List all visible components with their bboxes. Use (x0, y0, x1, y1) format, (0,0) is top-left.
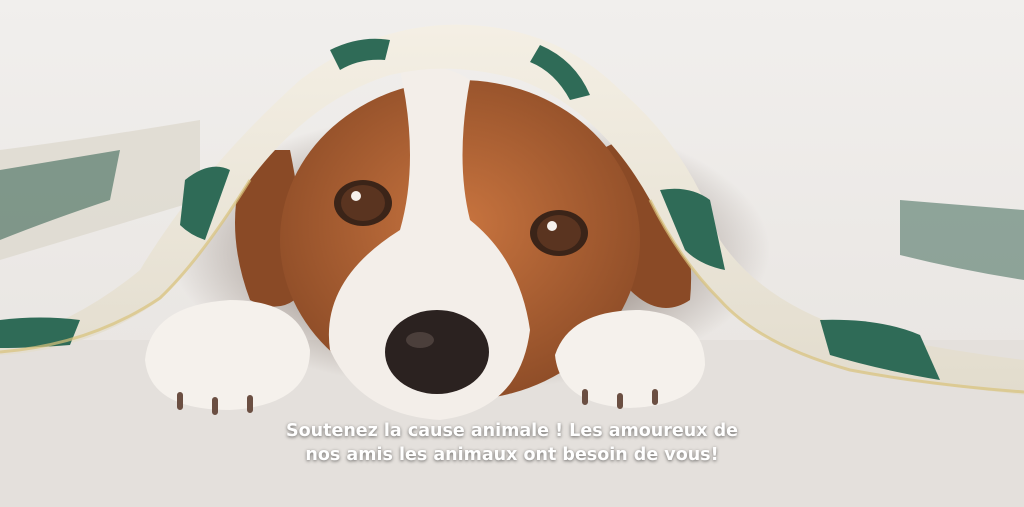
hero-banner: Soutenez la cause animale ! Les amoureux… (0, 0, 1024, 507)
caption-text: Soutenez la cause animale ! Les amoureux… (0, 419, 1024, 467)
caption-line-2: nos amis les animaux ont besoin de vous! (305, 445, 719, 465)
caption-line-1: Soutenez la cause animale ! Les amoureux… (286, 421, 738, 441)
